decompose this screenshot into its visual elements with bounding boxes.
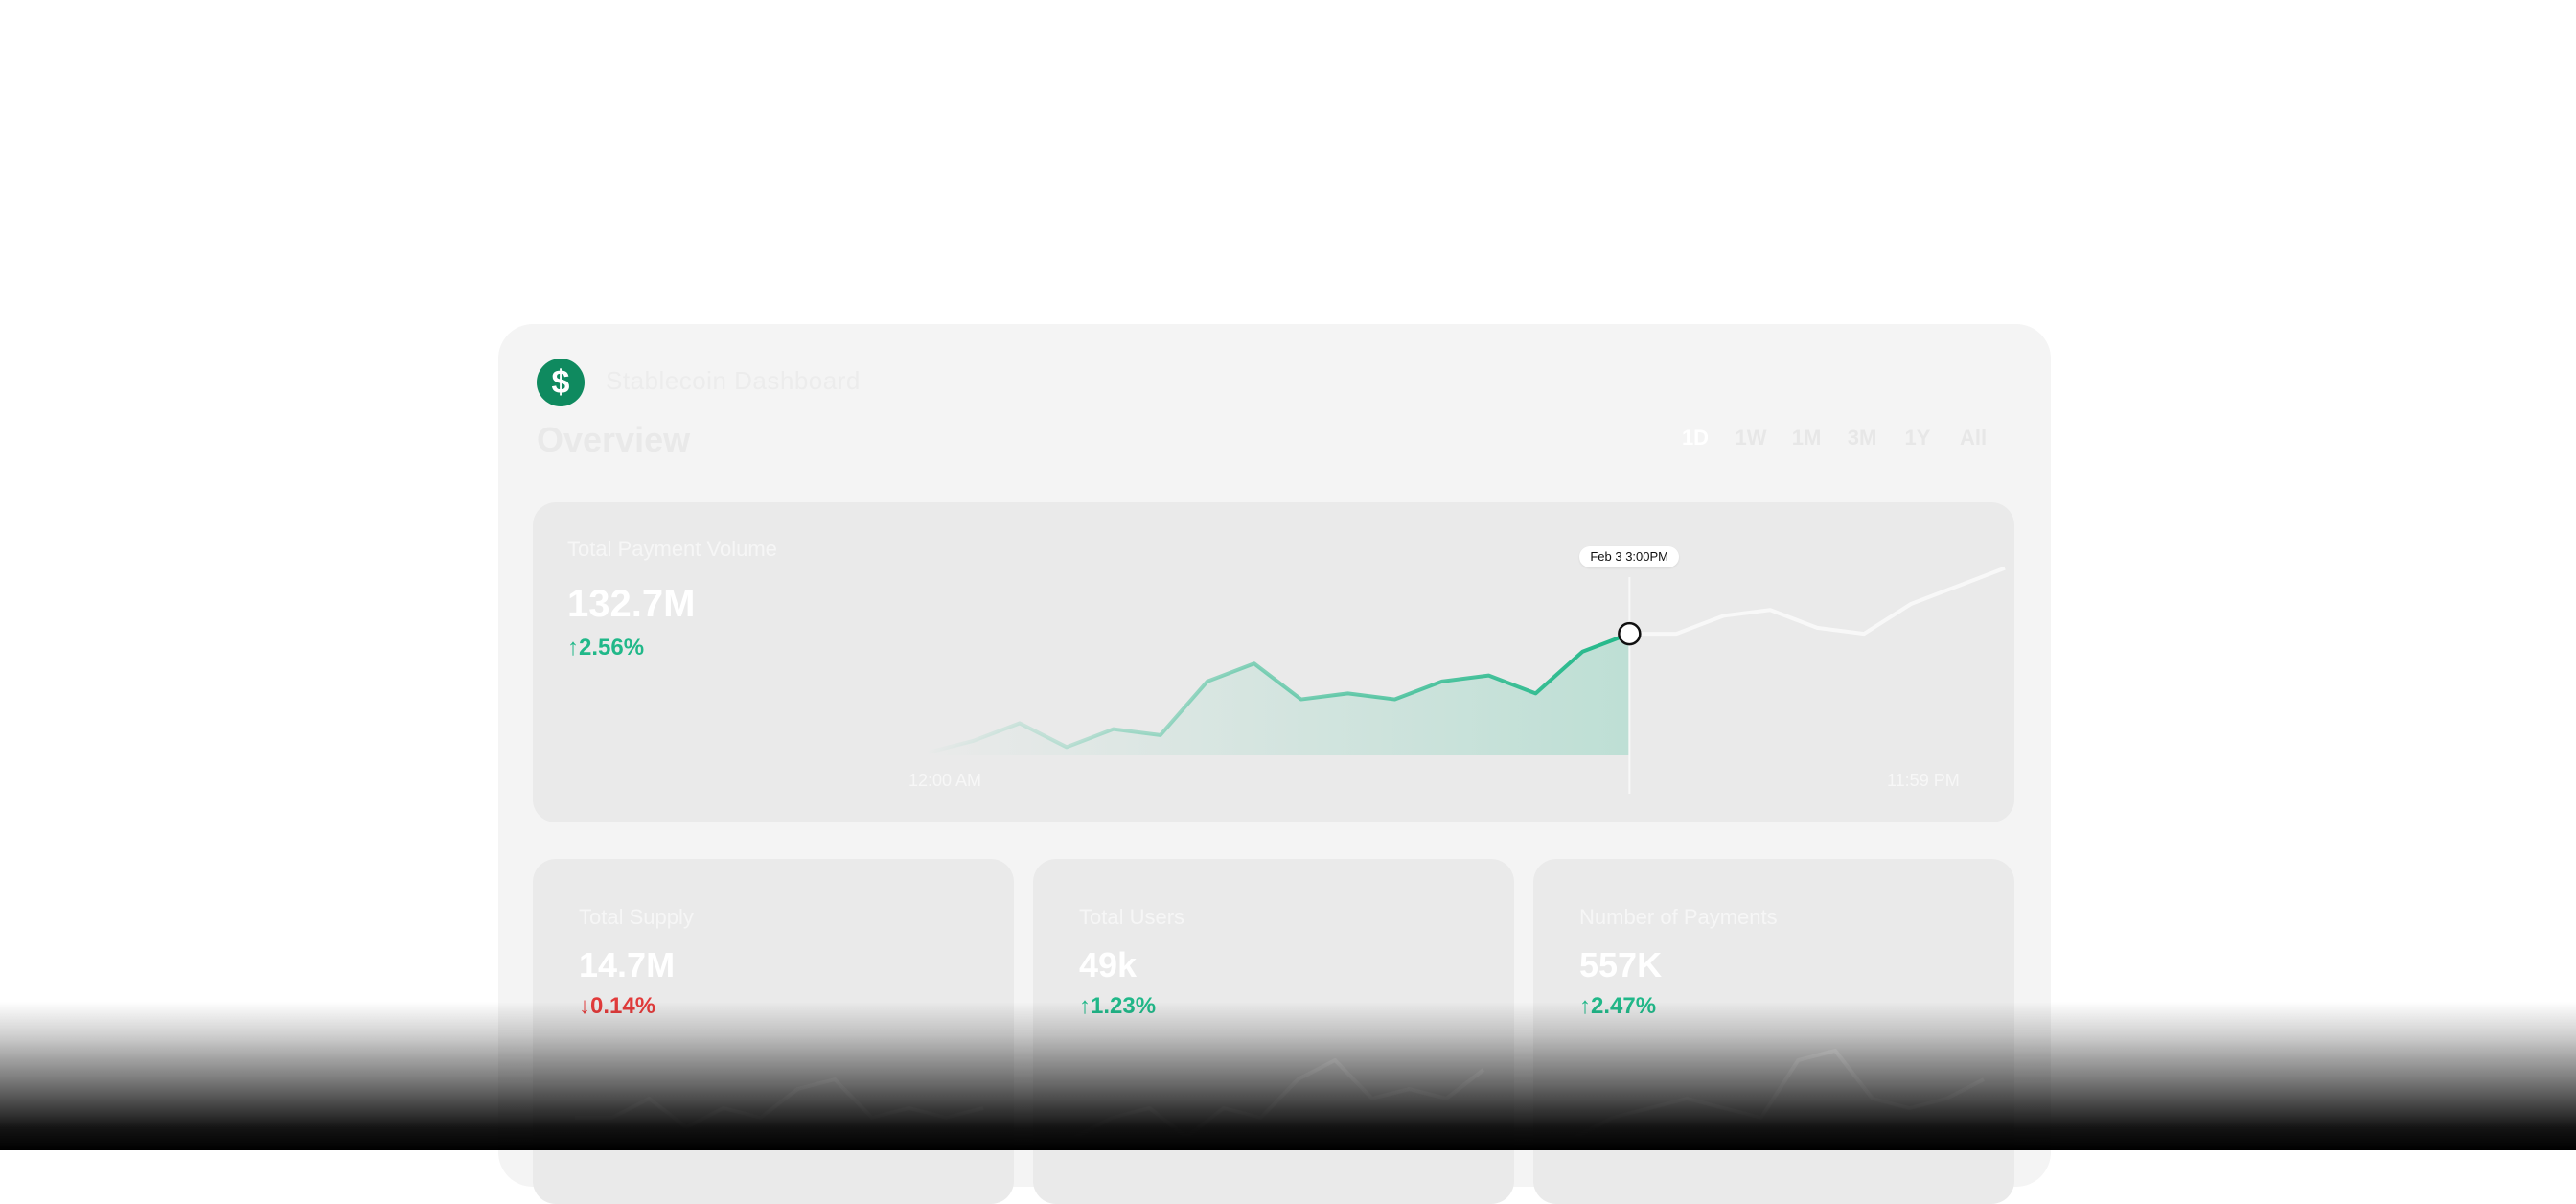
brand-name: Stablecoin Dashboard [606, 366, 861, 395]
dollar-logo-icon: $ [537, 359, 585, 406]
payment-volume-card[interactable]: Total Payment Volume 132.7M ↑2.56% Feb 3… [533, 502, 2014, 822]
total-users-value: 49k [1079, 945, 1138, 984]
tab-range-1m[interactable]: 1M [1779, 426, 1834, 451]
x-axis-start-label: 12:00 AM [908, 771, 982, 790]
tab-range-1w[interactable]: 1W [1723, 426, 1779, 451]
bottom-fade-overlay [0, 1002, 2576, 1150]
payment-volume-value: 132.7M [567, 583, 696, 625]
number-of-payments-value: 557K [1579, 945, 1663, 984]
tab-range-1d[interactable]: 1D [1668, 426, 1723, 451]
total-supply-value: 14.7M [579, 945, 676, 984]
tab-range-all[interactable]: All [1945, 426, 2001, 451]
page-title: Overview [537, 420, 691, 459]
number-of-payments-label: Number of Payments [1579, 905, 1778, 929]
payment-volume-label: Total Payment Volume [567, 537, 777, 561]
x-axis-end-label: 11:59 PM [1887, 771, 1960, 790]
chart-tooltip: Feb 3 3:00PM [1579, 546, 1679, 567]
arrow-up-icon: ↑ [567, 635, 579, 660]
tab-range-3m[interactable]: 3M [1834, 426, 1890, 451]
chart-area-fill [926, 634, 1630, 755]
tab-range-1y[interactable]: 1Y [1890, 426, 1945, 451]
chart-series-line-future [1629, 566, 2006, 637]
time-range-tabs: 1D 1W 1M 3M 1Y All [1668, 426, 2001, 451]
chart-hover-marker [1618, 621, 1642, 646]
payment-volume-change-value: 2.56% [579, 635, 645, 660]
total-users-label: Total Users [1079, 905, 1185, 929]
payment-volume-change: ↑2.56% [567, 635, 644, 661]
total-supply-label: Total Supply [579, 905, 694, 929]
